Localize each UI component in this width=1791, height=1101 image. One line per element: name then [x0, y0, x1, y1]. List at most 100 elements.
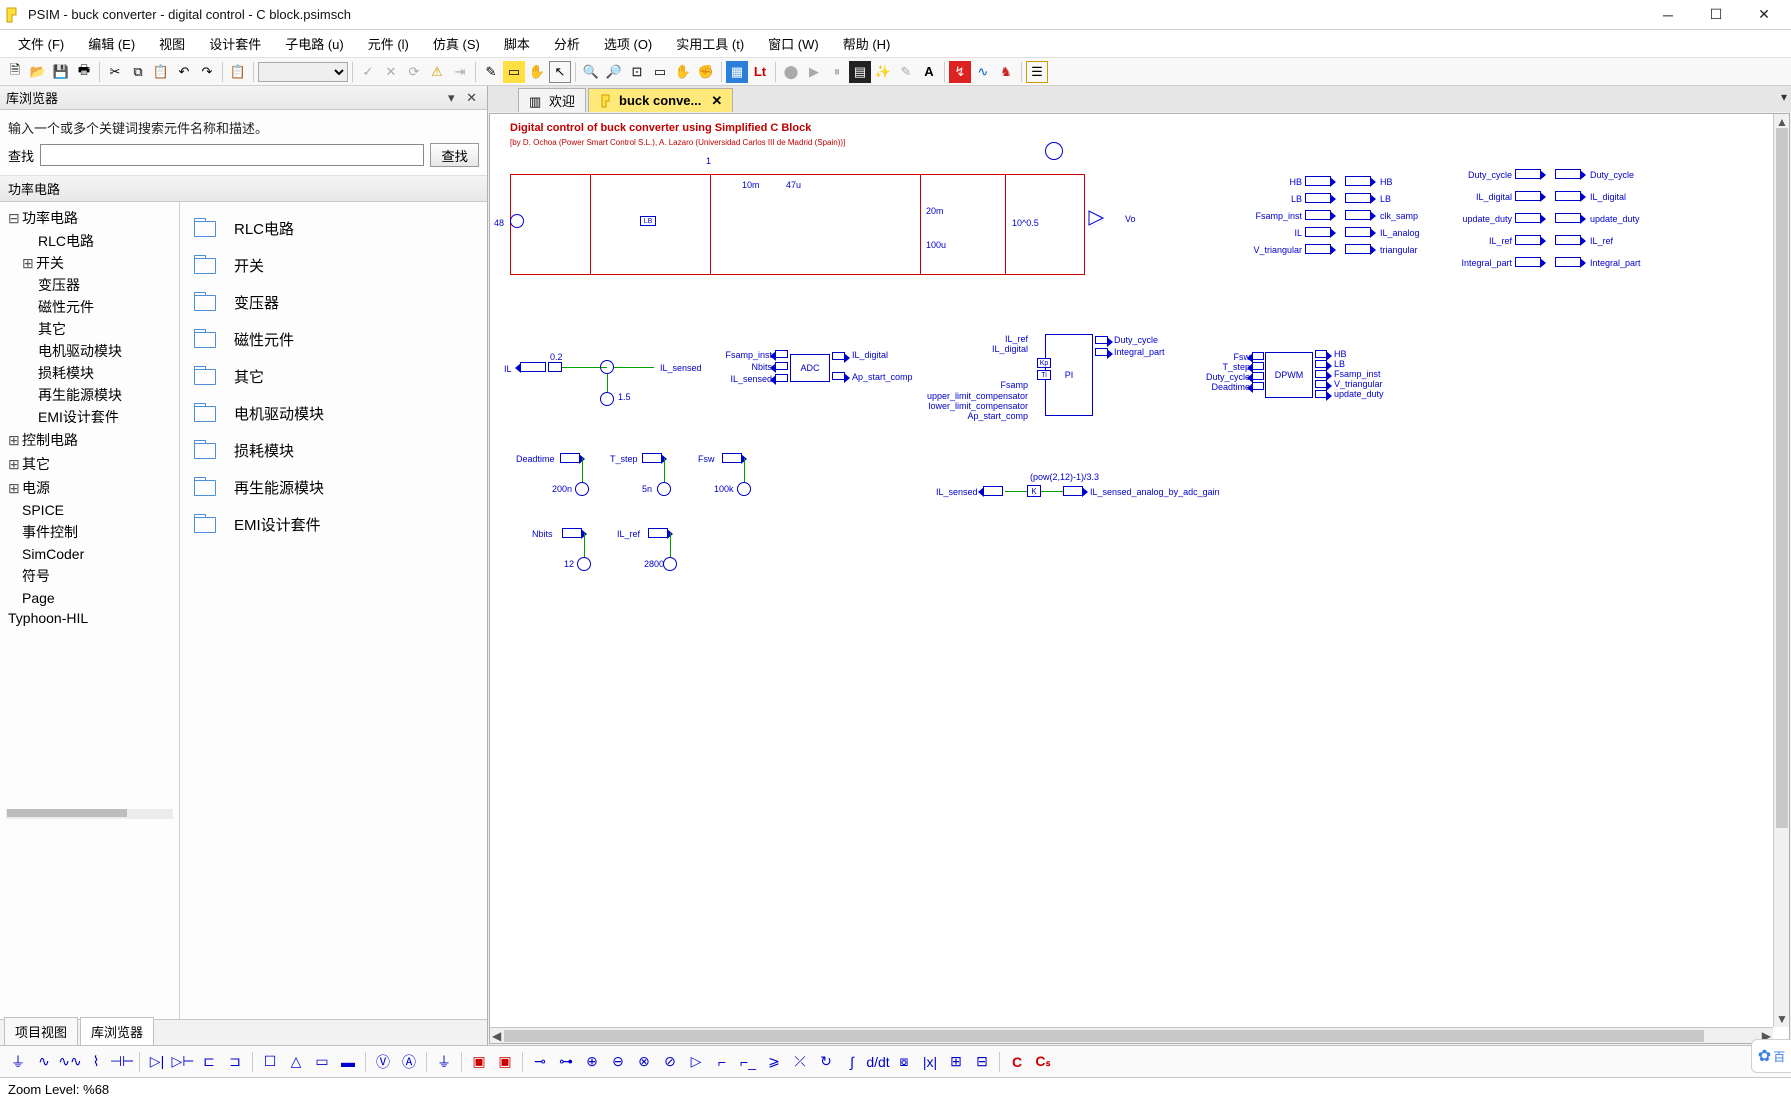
tab-welcome[interactable]: ▥ 欢迎 — [518, 88, 586, 112]
block1-icon[interactable]: ▭ — [310, 1050, 334, 1074]
mux-icon[interactable]: ⊞ — [944, 1050, 968, 1074]
menu-window[interactable]: 窗口 (W) — [756, 30, 831, 57]
scope2-icon[interactable]: ▣ — [493, 1050, 517, 1074]
check-icon[interactable]: ✓ — [357, 61, 379, 83]
folder-item[interactable]: RLC电路 — [184, 210, 483, 247]
limit-icon[interactable]: ⌐ — [710, 1050, 734, 1074]
gain-icon[interactable]: ▷ — [684, 1050, 708, 1074]
aprobe-icon[interactable]: Ⓐ — [397, 1050, 421, 1074]
chip-icon[interactable]: ▦ — [726, 61, 748, 83]
sine-icon[interactable]: ∿ — [32, 1050, 56, 1074]
tab-library-browser[interactable]: 库浏览器 — [80, 1017, 154, 1045]
port-icon[interactable]: ⊸ — [528, 1050, 552, 1074]
menu-simulate[interactable]: 仿真 (S) — [421, 30, 492, 57]
cut-icon[interactable]: ✂ — [104, 61, 126, 83]
highlight-icon[interactable]: ▭ — [503, 61, 525, 83]
float-badge[interactable]: ✿ 百 — [1751, 1039, 1791, 1073]
align-icon[interactable]: ☰ — [1026, 61, 1048, 83]
abs-icon[interactable]: |x| — [918, 1050, 942, 1074]
folder-item[interactable]: EMI设计套件 — [184, 506, 483, 543]
switch-icon[interactable]: ⤫ — [788, 1050, 812, 1074]
paste-icon[interactable]: 📋 — [150, 61, 172, 83]
folder-item[interactable]: 变压器 — [184, 284, 483, 321]
record-icon[interactable]: ⬤ — [780, 61, 802, 83]
undo-icon[interactable]: ↶ — [173, 61, 195, 83]
paste-clip-icon[interactable]: 📋 — [227, 61, 249, 83]
menu-design[interactable]: 设计套件 — [197, 30, 273, 57]
pencil-icon[interactable]: ✎ — [480, 61, 502, 83]
copy-icon[interactable]: ⧉ — [127, 61, 149, 83]
tab-project-view[interactable]: 项目视图 — [4, 1017, 78, 1045]
node-icon[interactable]: ⊶ — [554, 1050, 578, 1074]
igbt-icon[interactable]: ⊏ — [197, 1050, 221, 1074]
vertical-scrollbar[interactable]: ▲ ▼ — [1773, 114, 1789, 1027]
tree-scrollbar[interactable] — [6, 809, 173, 819]
zoomfit-icon[interactable]: ⊡ — [626, 61, 648, 83]
folder-item[interactable]: 再生能源模块 — [184, 469, 483, 506]
zoomout-icon[interactable]: 🔎 — [603, 61, 625, 83]
demux-icon[interactable]: ⊟ — [970, 1050, 994, 1074]
menu-analysis[interactable]: 分析 — [542, 30, 592, 57]
capacitor-icon[interactable]: ⊣⊢ — [110, 1050, 134, 1074]
folder-item[interactable]: 磁性元件 — [184, 321, 483, 358]
pause-icon[interactable]: ⏸ — [826, 61, 848, 83]
ruler-icon[interactable]: ✎ — [895, 61, 917, 83]
tab-buck-converter[interactable]: buck conve... ✕ — [588, 88, 733, 112]
tree-panel[interactable]: ⊟功率电路 RLC电路 ⊞开关 变压器 磁性元件 其它 电机驱动模块 损耗模块 … — [0, 202, 180, 1019]
save-icon[interactable]: 💾 — [50, 61, 72, 83]
search-input[interactable] — [40, 144, 424, 166]
diode-icon[interactable]: ▷| — [145, 1050, 169, 1074]
c-red-icon[interactable]: C — [1005, 1050, 1029, 1074]
sidebar-dropdown-icon[interactable]: ▾ — [448, 90, 459, 105]
menu-tools[interactable]: 实用工具 (t) — [664, 30, 756, 57]
menu-edit[interactable]: 编辑 (E) — [76, 30, 147, 57]
refresh-icon[interactable]: ⟳ — [403, 61, 425, 83]
folder-item[interactable]: 其它 — [184, 358, 483, 395]
maximize-button[interactable]: ☐ — [1693, 1, 1739, 29]
integ-icon[interactable]: ∫ — [840, 1050, 864, 1074]
menu-components[interactable]: 元件 (l) — [356, 30, 421, 57]
comp-icon[interactable]: ⩾ — [762, 1050, 786, 1074]
wand-icon[interactable]: ✨ — [872, 61, 894, 83]
x-icon[interactable]: ✕ — [380, 61, 402, 83]
deriv-icon[interactable]: d/dt — [866, 1050, 890, 1074]
sum-icon[interactable]: ⊕ — [580, 1050, 604, 1074]
redo-icon[interactable]: ↷ — [196, 61, 218, 83]
earth-icon[interactable]: ⏚ — [432, 1050, 456, 1074]
warning-icon[interactable]: ⚠ — [426, 61, 448, 83]
tabs-dropdown-icon[interactable]: ▾ — [1781, 90, 1787, 104]
search-button[interactable]: 查找 — [430, 143, 479, 167]
thyristor-icon[interactable]: ▷⊢ — [171, 1050, 195, 1074]
tab-close-icon[interactable]: ✕ — [711, 93, 722, 109]
menu-script[interactable]: 脚本 — [492, 30, 542, 57]
play-icon[interactable]: ▶ — [803, 61, 825, 83]
menu-view[interactable]: 视图 — [147, 30, 197, 57]
hand-icon[interactable]: ✋ — [526, 61, 548, 83]
cs-red-icon[interactable]: Cₛ — [1031, 1050, 1055, 1074]
ground-icon[interactable]: ⏚ — [6, 1050, 30, 1074]
close-button[interactable]: ✕ — [1741, 1, 1787, 29]
wave-icon[interactable]: ∿ — [972, 61, 994, 83]
horizontal-scrollbar[interactable]: ◀ ▶ — [490, 1027, 1773, 1043]
menu-options[interactable]: 选项 (O) — [592, 30, 664, 57]
folder-panel[interactable]: RLC电路 开关 变压器 磁性元件 其它 电机驱动模块 损耗模块 再生能源模块 … — [180, 202, 487, 1019]
open-icon[interactable]: 📂 — [27, 61, 49, 83]
horse-icon[interactable]: ♞ — [995, 61, 1017, 83]
cursor-icon[interactable]: ↖ — [549, 61, 571, 83]
text-icon[interactable]: A — [918, 61, 940, 83]
sub-icon[interactable]: ⊖ — [606, 1050, 630, 1074]
scope1-icon[interactable]: ▣ — [467, 1050, 491, 1074]
combo-dropdown[interactable] — [258, 62, 348, 82]
folder-item[interactable]: 开关 — [184, 247, 483, 284]
resistor-icon[interactable]: ∿∿ — [58, 1050, 82, 1074]
filter-icon[interactable]: ⧇ — [892, 1050, 916, 1074]
lt-icon[interactable]: Lt — [749, 61, 771, 83]
zoomin-icon[interactable]: 🔍 — [580, 61, 602, 83]
next-icon[interactable]: ⇥ — [449, 61, 471, 83]
grab-icon[interactable]: ✊ — [695, 61, 717, 83]
menu-file[interactable]: 文件 (F) — [6, 30, 76, 57]
folder-item[interactable]: 损耗模块 — [184, 432, 483, 469]
minimize-button[interactable]: ─ — [1645, 1, 1691, 29]
scope-icon[interactable]: ▤ — [849, 61, 871, 83]
div-icon[interactable]: ⊘ — [658, 1050, 682, 1074]
